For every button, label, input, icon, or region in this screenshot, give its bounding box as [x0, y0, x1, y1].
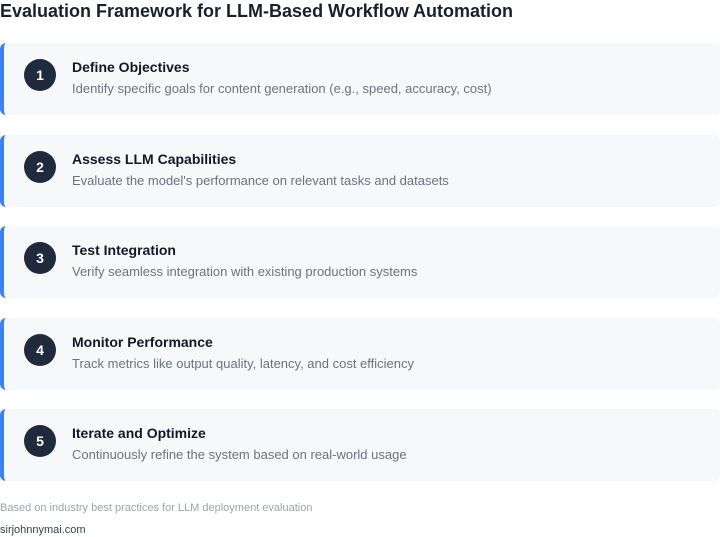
step-card: 1 Define Objectives Identify specific go… [0, 43, 720, 115]
step-number-badge: 2 [24, 150, 56, 183]
step-number-badge: 5 [24, 425, 56, 457]
step-description: Verify seamless integration with existin… [72, 264, 418, 279]
step-title: Monitor Performance [72, 333, 213, 350]
step-title: Define Objectives [72, 59, 190, 75]
steps-list: 1 Define Objectives Identify specific go… [0, 43, 720, 501]
step-title: Test Integration [72, 242, 176, 258]
step-card: 5 Iterate and Optimize Continuously refi… [0, 409, 720, 481]
step-number-badge: 4 [24, 333, 56, 366]
step-title: Iterate and Optimize [72, 425, 206, 441]
step-title: Assess LLM Capabilities [72, 150, 237, 167]
step-description: Identify specific goals for content gene… [72, 81, 492, 96]
step-description: Continuously refine the system based on … [72, 447, 407, 462]
footnote: Based on industry best practices for LLM… [0, 502, 313, 514]
step-card: 3 Test Integration Verify seamless integ… [0, 226, 720, 298]
step-number-badge: 1 [24, 59, 56, 91]
step-number-badge: 3 [24, 242, 56, 274]
step-description: Track metrics like output quality, laten… [72, 355, 414, 371]
page-title: Evaluation Framework for LLM-Based Workf… [0, 1, 514, 21]
step-description: Evaluate the model's performance on rele… [72, 172, 449, 188]
step-card: 4 Monitor Performance Track metrics like… [0, 317, 720, 390]
step-card: 2 Assess LLM Capabilities Evaluate the m… [0, 134, 720, 207]
credit-link[interactable]: sirjohnnymai.com [0, 524, 86, 537]
